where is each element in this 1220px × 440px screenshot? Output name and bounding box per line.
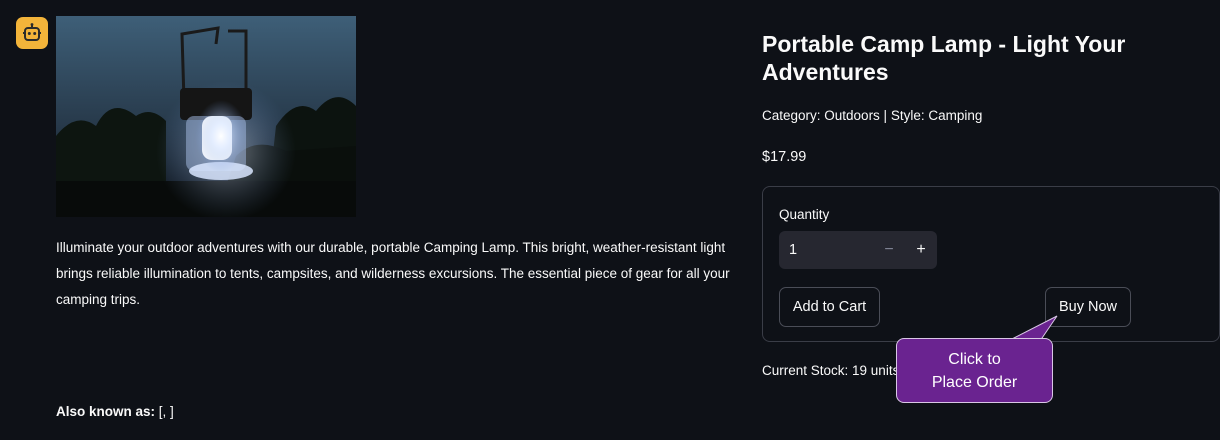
quantity-label: Quantity <box>779 207 830 222</box>
product-description: Illuminate your outdoor adventures with … <box>56 240 730 307</box>
also-known-as-label: Also known as: <box>56 404 156 419</box>
tooltip-line-1: Click to <box>948 350 1001 368</box>
also-known-as-value: [, ] <box>155 404 174 419</box>
product-category: Category: Outdoors | Style: Camping <box>762 108 983 123</box>
decrement-button[interactable]: − <box>873 231 905 269</box>
quantity-stepper[interactable]: 1 − + <box>779 231 937 269</box>
product-price: $17.99 <box>762 149 807 165</box>
buy-now-button[interactable]: Buy Now <box>1045 287 1131 327</box>
stock-status: Current Stock: 19 units <box>762 363 900 378</box>
quantity-input[interactable]: 1 <box>779 242 873 258</box>
robot-icon[interactable] <box>16 17 48 49</box>
tooltip-line-2: Place Order <box>931 373 1018 391</box>
order-form: Quantity 1 − + Add to Cart Buy Now <box>762 186 1220 342</box>
also-known-as: Also known as: [, ] <box>56 404 174 419</box>
increment-button[interactable]: + <box>905 231 937 269</box>
product-image <box>56 16 356 217</box>
add-to-cart-button[interactable]: Add to Cart <box>779 287 880 327</box>
product-title: Portable Camp Lamp - Light Your Adventur… <box>762 31 1126 85</box>
order-tooltip: Click to Place Order <box>896 338 1053 403</box>
